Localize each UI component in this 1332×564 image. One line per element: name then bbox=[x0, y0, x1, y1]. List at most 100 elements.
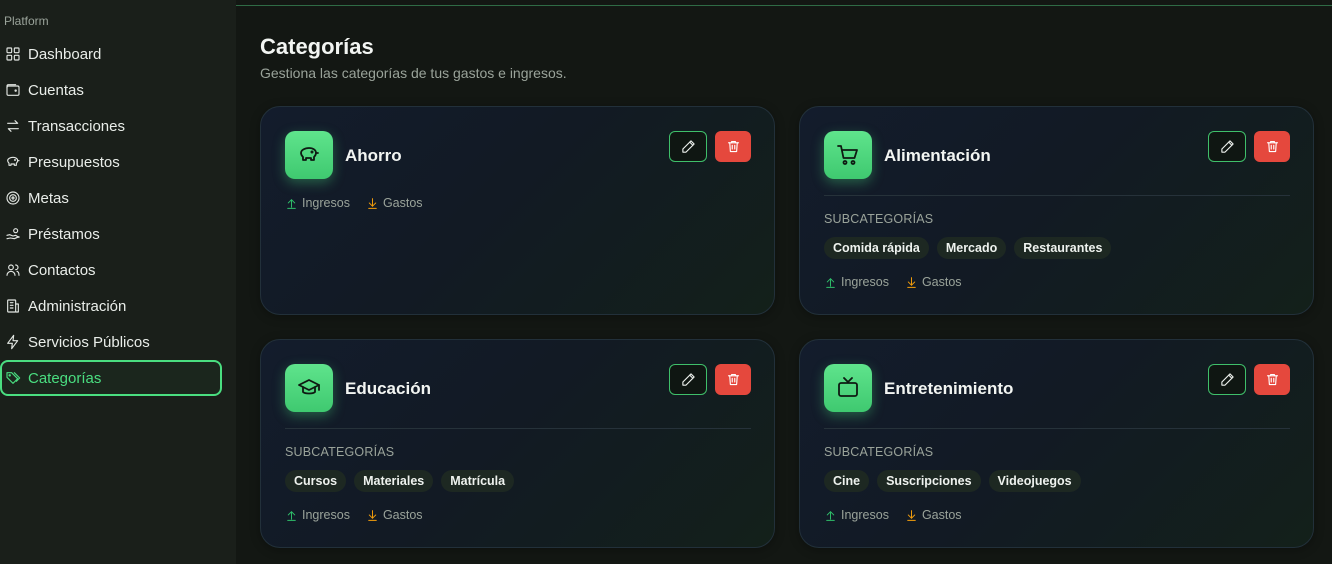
sidebar-item-dashboard[interactable]: Dashboard bbox=[0, 36, 222, 72]
arrow-up-icon bbox=[287, 510, 296, 521]
sidebar-item-administracion[interactable]: Administración bbox=[0, 288, 222, 324]
card-divider bbox=[824, 428, 1290, 429]
arrow-down-icon bbox=[907, 509, 916, 521]
sidebar-item-label: Préstamos bbox=[28, 225, 100, 243]
target-icon bbox=[4, 189, 22, 207]
sidebar: Platform Dashboard Cuentas Transacciones… bbox=[0, 0, 236, 564]
sidebar-item-metas[interactable]: Metas bbox=[0, 180, 222, 216]
edit-button[interactable] bbox=[1208, 364, 1246, 395]
subcategory-list: Cine Suscripciones Videojuegos bbox=[824, 470, 1081, 492]
sidebar-item-label: Contactos bbox=[28, 261, 96, 279]
sidebar-item-presupuestos[interactable]: Presupuestos bbox=[0, 144, 222, 180]
arrow-up-icon bbox=[826, 277, 835, 288]
sidebar-item-label: Dashboard bbox=[28, 45, 102, 63]
category-card: Entretenimiento SUBCATEGORÍAS Cine Suscr… bbox=[799, 339, 1314, 548]
sidebar-nav: Dashboard Cuentas Transacciones Presupue… bbox=[0, 36, 236, 396]
sidebar-item-label: Categorías bbox=[28, 369, 102, 387]
page-subtitle: Gestiona las categorías de tus gastos e … bbox=[260, 65, 567, 81]
tv-icon bbox=[824, 364, 872, 412]
arrow-up-icon bbox=[287, 198, 296, 209]
sidebar-item-cuentas[interactable]: Cuentas bbox=[0, 72, 222, 108]
dashboard-icon bbox=[4, 45, 22, 63]
subcategories-label: SUBCATEGORÍAS bbox=[824, 445, 934, 459]
pencil-icon bbox=[681, 140, 695, 153]
arrow-down-icon bbox=[368, 509, 377, 521]
arrow-down-icon bbox=[368, 197, 377, 209]
trash-icon bbox=[1266, 373, 1278, 386]
sidebar-item-transacciones[interactable]: Transacciones bbox=[0, 108, 222, 144]
category-card: Alimentación SUBCATEGORÍAS Comida rápida… bbox=[799, 106, 1314, 315]
subcategory-chip: Videojuegos bbox=[988, 470, 1081, 492]
category-card: Educación SUBCATEGORÍAS Cursos Materiale… bbox=[260, 339, 775, 548]
sidebar-item-servicios-publicos[interactable]: Servicios Públicos bbox=[0, 324, 222, 360]
zap-icon bbox=[4, 333, 22, 351]
sidebar-item-contactos[interactable]: Contactos bbox=[0, 252, 222, 288]
pencil-icon bbox=[1220, 373, 1234, 386]
subcategory-chip: Comida rápida bbox=[824, 237, 929, 259]
subcategory-chip: Cursos bbox=[285, 470, 347, 492]
edit-button[interactable] bbox=[669, 364, 707, 395]
income-label: Ingresos bbox=[302, 196, 350, 210]
income-flag: Ingresos bbox=[824, 508, 889, 522]
sidebar-item-label: Servicios Públicos bbox=[28, 333, 150, 351]
expense-label: Gastos bbox=[382, 508, 423, 522]
expense-flag: Gastos bbox=[905, 275, 962, 289]
income-label: Ingresos bbox=[841, 275, 889, 289]
main-content: Categorías Gestiona las categorías de tu… bbox=[236, 0, 1332, 564]
sidebar-item-label: Cuentas bbox=[28, 81, 84, 99]
flow-types: Ingresos Gastos bbox=[824, 508, 962, 522]
piggy-bank-icon bbox=[285, 131, 333, 179]
income-flag: Ingresos bbox=[285, 508, 350, 522]
subcategories-label: SUBCATEGORÍAS bbox=[285, 445, 395, 459]
delete-button[interactable] bbox=[715, 131, 751, 162]
page-title: Categorías bbox=[260, 34, 374, 59]
pencil-icon bbox=[681, 373, 695, 386]
wallet-icon bbox=[4, 81, 22, 99]
expense-label: Gastos bbox=[921, 508, 962, 522]
sidebar-item-label: Metas bbox=[28, 189, 69, 207]
category-title: Ahorro bbox=[345, 146, 402, 165]
category-title: Entretenimiento bbox=[884, 379, 1014, 398]
sidebar-item-label: Presupuestos bbox=[28, 153, 120, 171]
subcategory-list: Comida rápida Mercado Restaurantes bbox=[824, 237, 1112, 259]
expense-flag: Gastos bbox=[366, 508, 423, 522]
subcategory-chip: Mercado bbox=[936, 237, 1007, 259]
subcategory-chip: Materiales bbox=[354, 470, 434, 492]
edit-button[interactable] bbox=[669, 131, 707, 162]
graduation-cap-icon bbox=[285, 364, 333, 412]
subcategory-list: Cursos Materiales Matrícula bbox=[285, 470, 515, 492]
delete-button[interactable] bbox=[715, 364, 751, 395]
sidebar-item-prestamos[interactable]: Préstamos bbox=[0, 216, 222, 252]
income-label: Ingresos bbox=[302, 508, 350, 522]
shopping-cart-icon bbox=[824, 131, 872, 179]
expense-flag: Gastos bbox=[905, 508, 962, 522]
edit-button[interactable] bbox=[1208, 131, 1246, 162]
category-card: Ahorro Ingresos Gastos bbox=[260, 106, 775, 315]
tags-icon bbox=[4, 369, 22, 387]
sidebar-item-categorias[interactable]: Categorías bbox=[0, 360, 222, 396]
flow-types: Ingresos Gastos bbox=[285, 508, 423, 522]
category-title: Educación bbox=[345, 379, 431, 398]
arrow-up-icon bbox=[826, 510, 835, 521]
flow-types: Ingresos Gastos bbox=[285, 196, 423, 210]
transfer-icon bbox=[4, 117, 22, 135]
income-flag: Ingresos bbox=[285, 196, 350, 210]
hand-coins-icon bbox=[4, 225, 22, 243]
category-title: Alimentación bbox=[884, 146, 991, 165]
subcategories-label: SUBCATEGORÍAS bbox=[824, 212, 934, 226]
trash-icon bbox=[727, 140, 739, 153]
sidebar-group-label: Platform bbox=[4, 14, 49, 28]
trash-icon bbox=[727, 373, 739, 386]
subcategory-chip: Matrícula bbox=[441, 470, 515, 492]
expense-label: Gastos bbox=[382, 196, 423, 210]
income-label: Ingresos bbox=[841, 508, 889, 522]
sidebar-item-label: Transacciones bbox=[28, 117, 125, 135]
arrow-down-icon bbox=[907, 276, 916, 288]
expense-label: Gastos bbox=[921, 275, 962, 289]
card-divider bbox=[824, 195, 1290, 196]
expense-flag: Gastos bbox=[366, 196, 423, 210]
delete-button[interactable] bbox=[1254, 364, 1290, 395]
sidebar-item-label: Administración bbox=[28, 297, 127, 315]
subcategory-chip: Suscripciones bbox=[877, 470, 981, 492]
delete-button[interactable] bbox=[1254, 131, 1290, 162]
